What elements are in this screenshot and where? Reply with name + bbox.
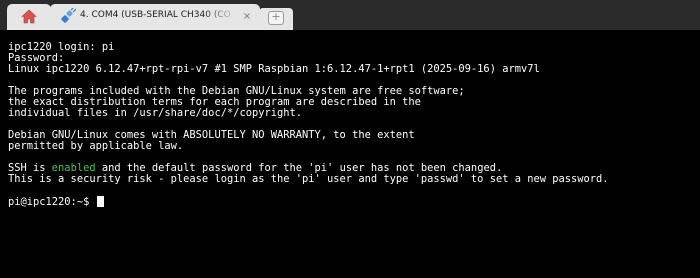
prompt-line: pi@ipc1220:~$ — [8, 196, 104, 208]
new-tab-label: + — [271, 10, 281, 23]
terminal-line: permitted by applicable law. — [8, 140, 184, 152]
plus-icon: + — [268, 10, 284, 25]
plug-icon — [61, 8, 76, 23]
shell-prompt: pi@ipc1220:~$ — [8, 196, 96, 208]
new-tab-button[interactable]: + — [259, 8, 293, 30]
tab-home[interactable] — [7, 4, 51, 30]
security-warning-line: This is a security risk - please login a… — [8, 173, 609, 185]
terminal-window: 4. COM4 (USB-SERIAL CH340 (CO × + ipc122… — [0, 0, 700, 278]
tab-label: 4. COM4 (USB-SERIAL CH340 (CO — [80, 10, 231, 20]
terminal-line: Linux ipc1220 6.12.47+rpt-rpi-v7 #1 SMP … — [8, 63, 540, 75]
home-icon — [21, 9, 37, 24]
text-cursor — [96, 196, 104, 207]
terminal-output[interactable]: ipc1220 login: pi Password: Linux ipc122… — [0, 30, 700, 278]
tab-bar: 4. COM4 (USB-SERIAL CH340 (CO × + — [0, 0, 700, 30]
close-icon[interactable]: × — [241, 11, 253, 23]
tab-com4[interactable]: 4. COM4 (USB-SERIAL CH340 (CO × — [50, 4, 260, 30]
terminal-line: individual files in /usr/share/doc/*/cop… — [8, 107, 303, 119]
